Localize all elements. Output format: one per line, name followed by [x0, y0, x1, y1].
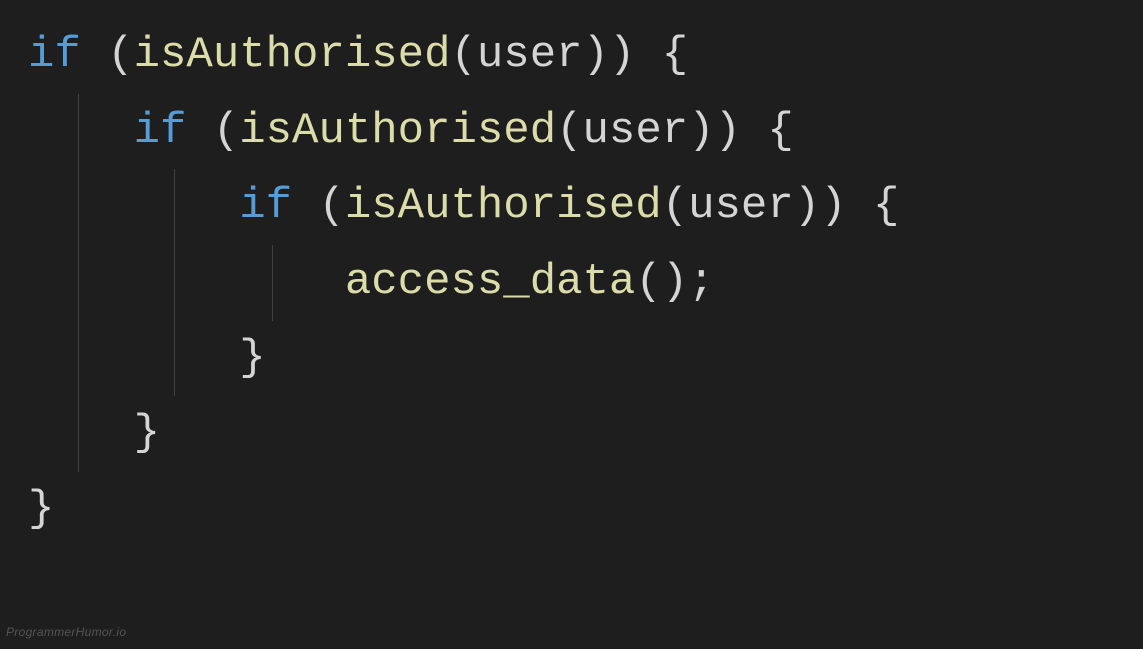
open-paren: (: [556, 106, 582, 156]
close-paren: ): [794, 181, 820, 231]
close-paren: ): [583, 30, 609, 80]
function-name: isAuthorised: [345, 181, 662, 231]
keyword-if: if: [134, 106, 187, 156]
open-brace: {: [873, 181, 899, 231]
close-brace: }: [28, 484, 54, 534]
indent-guide: [174, 245, 175, 321]
open-paren: (: [662, 181, 688, 231]
watermark-text: ProgrammerHumor.io: [6, 622, 126, 643]
identifier: user: [583, 106, 689, 156]
indent-guide: [78, 94, 79, 170]
close-paren: ): [715, 106, 741, 156]
code-line-6: }: [28, 396, 1115, 472]
indent-guide: [174, 169, 175, 245]
close-paren: ): [688, 106, 714, 156]
indent-guide: [78, 245, 79, 321]
keyword-if: if: [239, 181, 292, 231]
indent-guide: [78, 321, 79, 397]
semicolon: ;: [688, 257, 714, 307]
code-line-1: if (isAuthorised(user)) {: [28, 18, 1115, 94]
open-brace: {: [767, 106, 793, 156]
empty-parens: (): [635, 257, 688, 307]
indent-guide: [272, 245, 273, 321]
open-paren: (: [213, 106, 239, 156]
identifier: user: [477, 30, 583, 80]
code-line-7: }: [28, 472, 1115, 548]
code-line-2: if (isAuthorised(user)) {: [28, 94, 1115, 170]
function-name: isAuthorised: [134, 30, 451, 80]
indent-guide: [174, 321, 175, 397]
open-brace: {: [662, 30, 688, 80]
function-call: access_data: [345, 257, 635, 307]
function-name: isAuthorised: [239, 106, 556, 156]
close-paren: ): [820, 181, 846, 231]
code-block: if (isAuthorised(user)) { if (isAuthoris…: [28, 18, 1115, 548]
code-line-4: access_data();: [28, 245, 1115, 321]
open-paren: (: [107, 30, 133, 80]
close-paren: ): [609, 30, 635, 80]
open-paren: (: [318, 181, 344, 231]
identifier: user: [688, 181, 794, 231]
indent-guide: [78, 396, 79, 472]
indent-guide: [78, 169, 79, 245]
open-paren: (: [450, 30, 476, 80]
keyword-if: if: [28, 30, 81, 80]
close-brace: }: [134, 408, 160, 458]
code-line-5: }: [28, 321, 1115, 397]
code-line-3: if (isAuthorised(user)) {: [28, 169, 1115, 245]
close-brace: }: [239, 333, 265, 383]
